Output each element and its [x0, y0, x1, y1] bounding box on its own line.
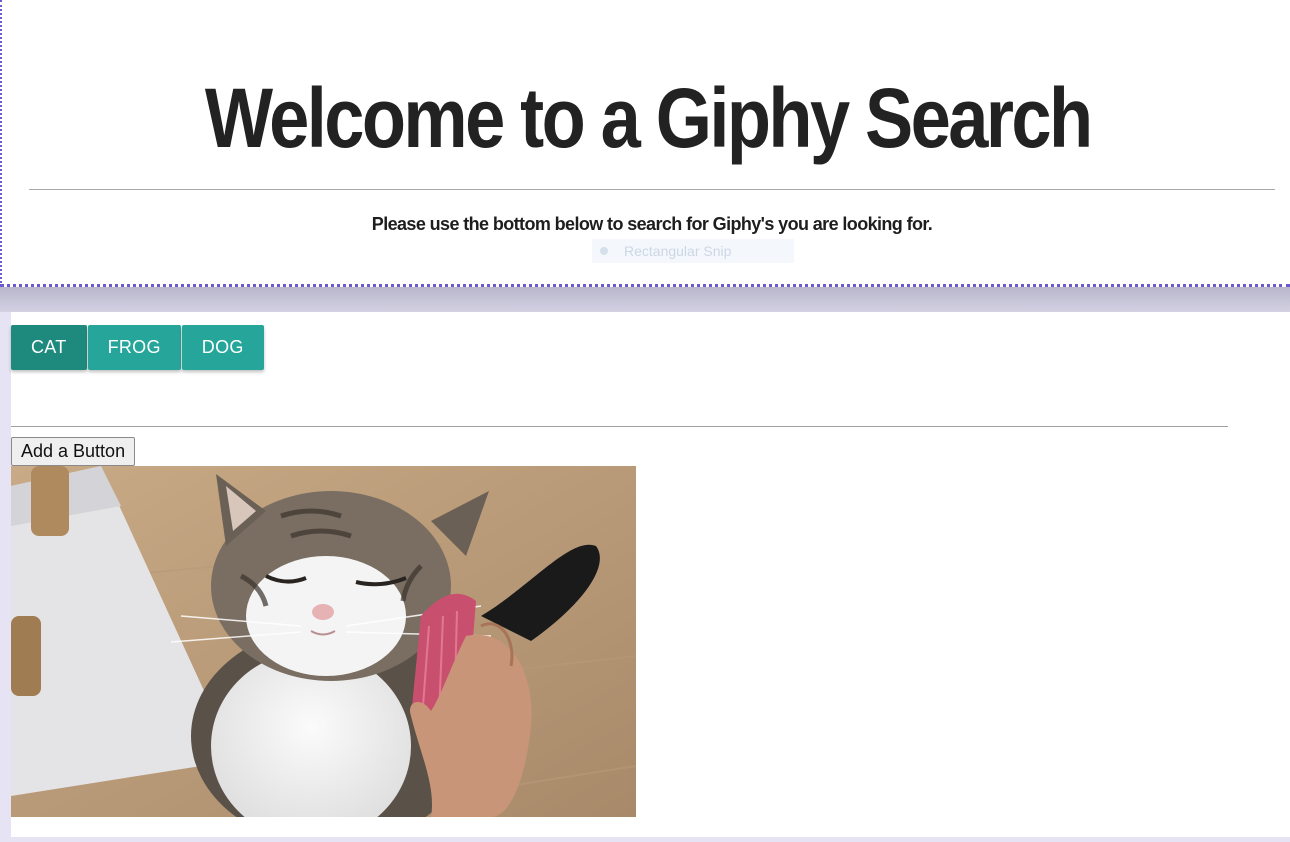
content-divider [11, 426, 1228, 427]
gif-image[interactable] [11, 466, 636, 817]
snip-mode-label: Rectangular Snip [624, 243, 732, 259]
topic-button-cat[interactable]: CAT [11, 325, 87, 370]
add-button[interactable]: Add a Button [11, 437, 136, 466]
page-subtitle: Please use the bottom below to search fo… [371, 214, 933, 234]
topic-button-group: CAT FROG DOG [11, 325, 264, 370]
topic-button-frog[interactable]: FROG [87, 325, 181, 370]
snip-mode-tooltip: Rectangular Snip [592, 239, 794, 263]
header: Welcome to a Giphy Search Please use the… [0, 0, 1290, 287]
topic-button-dog[interactable]: DOG [181, 325, 264, 370]
snip-mode-icon [600, 247, 608, 255]
header-divider [29, 189, 1275, 190]
main-content: CAT FROG DOG Add a Button [11, 312, 1290, 837]
page-title: Welcome to a Giphy Search [204, 71, 1093, 165]
section-shadow [0, 287, 1290, 312]
